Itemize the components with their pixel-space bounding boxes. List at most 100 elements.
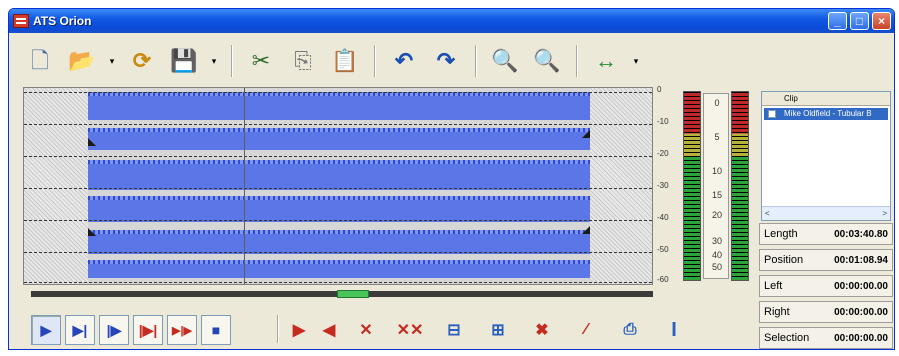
timeline-scrollbar[interactable] [31,290,653,298]
delete-all-regions-icon[interactable]: ✕✕ [393,315,427,345]
copy-icon[interactable]: ⎘ [286,44,320,78]
scroll-right-icon[interactable]: > [882,209,887,218]
clip-name: Mike Oldfield - Tubular B [784,109,872,118]
paste-icon[interactable]: 📋 [328,44,362,78]
waveform-channel-left-lower [88,128,590,150]
info-position: Position 00:01:08.94 [759,249,893,271]
fade-out-marker[interactable] [582,130,590,138]
level-meter-scale: 0 5 10 15 20 30 40 50 [703,93,729,279]
meter-scale-label: 30 [711,236,722,246]
toolbar-separator [475,45,476,77]
text-cursor-icon[interactable]: I [657,315,691,345]
clip-checkbox[interactable] [768,110,776,118]
info-left-label: Left [764,280,783,292]
gridline [24,92,652,93]
clip-list-item[interactable]: Mike Oldfield - Tubular B [764,108,888,120]
delete-region-icon[interactable]: ✕ [349,315,383,345]
zoom-in-icon[interactable]: 🔍 [488,44,522,78]
window-title: ATS Orion [33,14,92,28]
new-file-icon[interactable]: 🗋 [23,44,57,78]
save-icon[interactable]: 💾 [167,44,201,78]
save-dropdown-icon[interactable]: ▾ [209,44,219,78]
app-window: ATS Orion _ □ × 🗋 📂 ▾ ⟳ 💾 ▾ ✂ ⎘ 📋 ↶ ↷ 🔍 … [8,8,895,350]
meter-scale-label: 40 [711,250,722,260]
scroll-left-icon[interactable]: < [765,209,770,218]
gridline [24,156,652,157]
meter-scale-label: 20 [711,210,722,220]
info-right-value: 00:00:00.00 [834,306,888,318]
gridline [24,282,652,283]
scrollbar-thumb[interactable] [337,290,369,298]
clip-list-scrollbar[interactable]: < > [762,206,890,220]
toolbar-separator [576,45,577,77]
mark-in-icon[interactable]: ▶ [289,315,309,345]
main-toolbar: 🗋 📂 ▾ ⟳ 💾 ▾ ✂ ⎘ 📋 ↶ ↷ 🔍 🔍 ↔ ▾ [15,39,675,83]
trim-end-icon[interactable]: ⊞ [481,315,515,345]
app-icon [13,14,29,28]
minimize-button[interactable]: _ [828,12,847,30]
waveform-padding-right [590,88,652,284]
open-folder-icon[interactable]: 📂 [65,44,99,78]
gridline [24,124,652,125]
waveform-view[interactable] [23,87,653,285]
fade-in-marker[interactable] [88,228,96,236]
export-icon[interactable]: ⎙ [613,315,647,345]
reload-icon[interactable]: ⟳ [125,44,159,78]
info-right-label: Right [764,306,790,318]
clip-list[interactable]: Clip Mike Oldfield - Tubular B < > [761,91,891,221]
meter-scale-label: 5 [714,132,720,142]
gridline [24,252,652,253]
waveform-channel-right-mid [88,230,590,254]
clip-list-header[interactable]: Clip [762,92,890,106]
cut-marker-icon[interactable]: ✖ [525,315,559,345]
transport-controls: ▶ ▶| |▶ |▶| ▶|▶ ■ [31,313,231,347]
close-button[interactable]: × [872,12,891,30]
meter-scale-label: 10 [711,166,722,176]
edit-toolbar: ▶ ◀ ✕ ✕✕ ⊟ ⊞ ✖ ⁄ ⎙ I [289,313,691,347]
play-to-end-button[interactable]: ▶| [65,315,95,345]
mark-out-icon[interactable]: ◀ [319,315,339,345]
fade-out-marker[interactable] [582,226,590,234]
undo-icon[interactable]: ↶ [387,44,421,78]
maximize-button[interactable]: □ [850,12,869,30]
fit-width-icon[interactable]: ↔ [589,44,623,78]
fade-in-marker[interactable] [88,138,96,146]
info-position-label: Position [764,254,804,266]
toolbar-separator [374,45,375,77]
meter-scale-label: 0 [714,98,720,108]
info-right: Right 00:00:00.00 [759,301,893,323]
info-length-label: Length [764,228,798,240]
db-scale: 0 -10 -20 -30 -40 -50 -60 [655,85,681,285]
play-selection-button[interactable]: |▶ [99,315,129,345]
play-from-marker-button[interactable]: |▶| [133,315,163,345]
playhead-cursor[interactable] [244,88,245,284]
info-left: Left 00:00:00.00 [759,275,893,297]
level-meter-left [683,91,701,281]
meter-scale-label: 50 [711,262,722,272]
gridline [24,220,652,221]
info-left-value: 00:00:00.00 [834,280,888,292]
split-icon[interactable]: ⁄ [569,315,603,345]
info-selection-label: Selection [764,332,810,344]
waveform-channel-right-upper [88,196,590,222]
gridline [24,188,652,189]
transport-separator [277,315,278,343]
level-meter-right [731,91,749,281]
loop-play-button[interactable]: ▶|▶ [167,315,197,345]
waveform-channel-right-lower [88,260,590,278]
fit-dropdown-icon[interactable]: ▾ [631,44,641,78]
title-bar[interactable]: ATS Orion _ □ × [9,9,894,33]
waveform-channel-left-upper [88,92,590,120]
redo-icon[interactable]: ↷ [429,44,463,78]
open-dropdown-icon[interactable]: ▾ [107,44,117,78]
trim-start-icon[interactable]: ⊟ [437,315,471,345]
info-length: Length 00:03:40.80 [759,223,893,245]
cut-icon[interactable]: ✂ [244,44,278,78]
zoom-out-icon[interactable]: 🔍 [530,44,564,78]
toolbar-separator [231,45,232,77]
meter-scale-label: 15 [711,190,722,200]
play-button[interactable]: ▶ [31,315,61,345]
stop-button[interactable]: ■ [201,315,231,345]
info-selection: Selection 00:00:00.00 [759,327,893,349]
info-selection-value: 00:00:00.00 [834,332,888,344]
